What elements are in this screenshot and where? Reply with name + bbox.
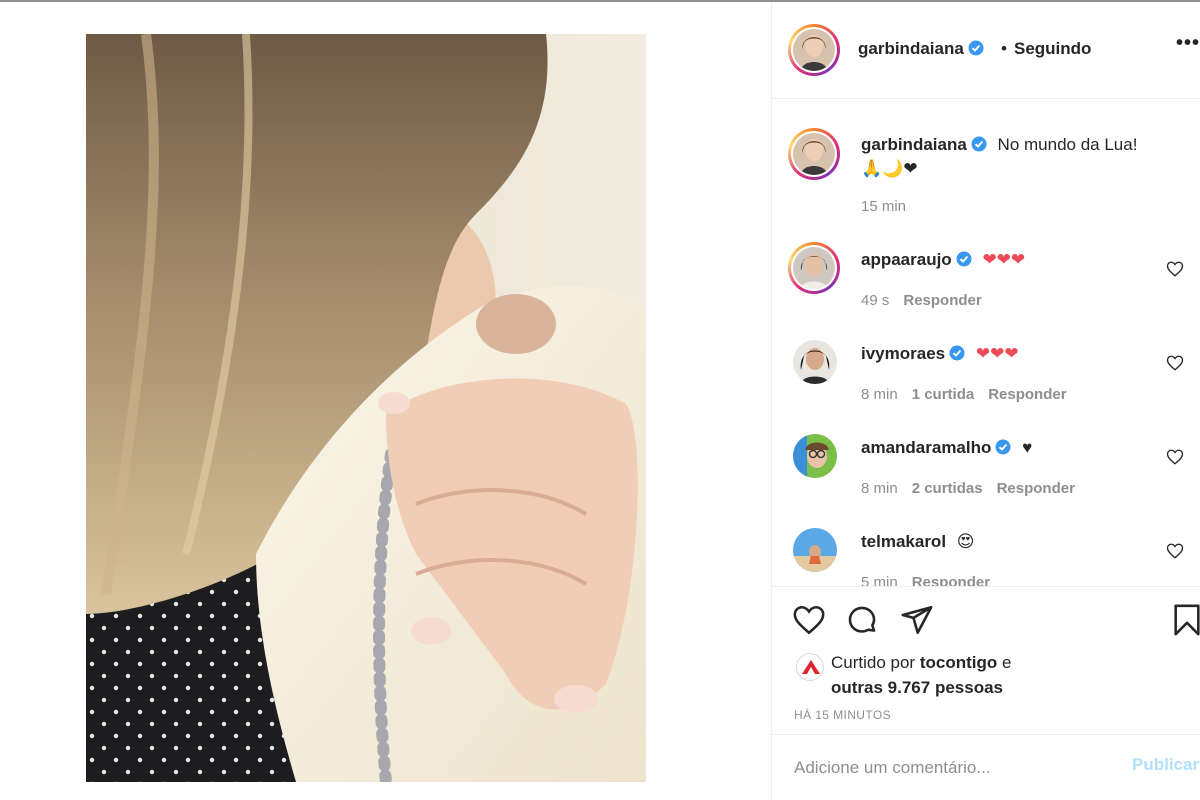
paper-plane-icon[interactable] bbox=[900, 603, 934, 637]
verified-badge-icon bbox=[956, 251, 972, 267]
comment-time: 8 min bbox=[861, 480, 898, 497]
caption-emojis: 🙏🌙❤ bbox=[861, 159, 918, 178]
photo-pane bbox=[0, 2, 771, 800]
comment-bubble-icon[interactable] bbox=[845, 603, 879, 637]
verified-badge-icon bbox=[949, 345, 965, 361]
reply-button[interactable]: Responder bbox=[912, 574, 990, 586]
comment-time: 5 min bbox=[861, 574, 898, 586]
comment-body: ❤❤❤ bbox=[975, 344, 1019, 363]
caption-username[interactable]: garbindaiana bbox=[861, 135, 967, 154]
comment-body: ♥ bbox=[1022, 438, 1033, 457]
post-timestamp[interactable]: HÁ 15 MINUTOS bbox=[794, 708, 891, 722]
comments-list[interactable]: garbindaiana No mundo da Lua! 🙏🌙❤ 15 min… bbox=[772, 100, 1200, 586]
instagram-post-page: garbindaiana • Seguindo ••• garbindaiana… bbox=[0, 0, 1200, 800]
comment-like-heart-icon[interactable] bbox=[1166, 542, 1184, 560]
post-photo-illustration bbox=[86, 34, 646, 782]
publish-button[interactable]: Publicar bbox=[1132, 755, 1199, 775]
comment-meta: 8 min 2 curtidas Responder bbox=[861, 480, 1089, 497]
comment-username[interactable]: telmakarol bbox=[861, 532, 946, 551]
comment-like-heart-icon[interactable] bbox=[1166, 260, 1184, 278]
comment-input[interactable] bbox=[794, 753, 1114, 783]
comment-likes-count[interactable]: 1 curtida bbox=[912, 386, 975, 403]
liked-by-conj: e bbox=[1002, 653, 1012, 672]
add-comment-bar: Publicar bbox=[772, 734, 1200, 800]
comment-avatar[interactable] bbox=[793, 434, 837, 478]
liked-by-prefix: Curtido por bbox=[831, 653, 916, 672]
comment-text: appaaraujo ❤❤❤ bbox=[861, 248, 1025, 272]
comment-body: ❤❤❤ bbox=[982, 250, 1026, 269]
comment-text: telmakarol 😍 bbox=[861, 530, 975, 554]
comment-like-heart-icon[interactable] bbox=[1166, 354, 1184, 372]
liked-by-text: Curtido por tocontigo e outras 9.767 pes… bbox=[831, 650, 1011, 700]
caption-text: garbindaiana No mundo da Lua! 🙏🌙❤ bbox=[861, 133, 1137, 181]
comment-meta: 5 min Responder bbox=[861, 574, 1004, 586]
caption-avatar[interactable] bbox=[788, 128, 840, 180]
verified-badge-icon bbox=[971, 136, 987, 152]
header-username[interactable]: garbindaiana bbox=[858, 39, 984, 59]
following-button[interactable]: Seguindo bbox=[1014, 39, 1091, 59]
header-avatar[interactable] bbox=[788, 24, 840, 76]
more-horizontal-icon[interactable]: ••• bbox=[1176, 32, 1200, 55]
comment-username[interactable]: amandaramalho bbox=[861, 438, 991, 457]
verified-badge-icon bbox=[968, 40, 984, 56]
header-separator: • bbox=[1001, 39, 1007, 58]
comment-text: amandaramalho ♥ bbox=[861, 436, 1032, 460]
likes-count-link[interactable]: outras 9.767 pessoas bbox=[831, 678, 1003, 697]
post-header: garbindaiana • Seguindo ••• bbox=[772, 2, 1200, 99]
caption-time: 15 min bbox=[861, 198, 907, 215]
comment-time: 49 s bbox=[861, 292, 890, 309]
reply-button[interactable]: Responder bbox=[903, 292, 981, 309]
reply-button[interactable]: Responder bbox=[988, 386, 1066, 403]
comment-body: 😍 bbox=[956, 532, 975, 551]
comment-username[interactable]: appaaraujo bbox=[861, 250, 952, 269]
verified-badge-icon bbox=[995, 439, 1011, 455]
comment-meta: 8 min 1 curtida Responder bbox=[861, 386, 1081, 403]
comment-avatar[interactable] bbox=[793, 340, 837, 384]
caption-body: No mundo da Lua! bbox=[997, 135, 1138, 154]
post-photo[interactable] bbox=[86, 34, 646, 782]
comment-time: 8 min bbox=[861, 386, 898, 403]
comment-avatar[interactable] bbox=[788, 242, 840, 294]
heart-outline-icon[interactable] bbox=[792, 603, 826, 637]
post-actions: Curtido por tocontigo e outras 9.767 pes… bbox=[772, 586, 1200, 734]
comment-username[interactable]: ivymoraes bbox=[861, 344, 945, 363]
comment-avatar[interactable] bbox=[793, 528, 837, 572]
bookmark-icon[interactable] bbox=[1170, 603, 1200, 637]
reply-button[interactable]: Responder bbox=[997, 480, 1075, 497]
liked-by-user[interactable]: tocontigo bbox=[920, 653, 997, 672]
comment-likes-count[interactable]: 2 curtidas bbox=[912, 480, 983, 497]
liker-avatar[interactable] bbox=[796, 653, 824, 681]
comment-like-heart-icon[interactable] bbox=[1166, 448, 1184, 466]
comment-text: ivymoraes ❤❤❤ bbox=[861, 342, 1019, 366]
post-side-panel: garbindaiana • Seguindo ••• garbindaiana… bbox=[771, 2, 1200, 800]
comment-meta: 49 s Responder bbox=[861, 292, 996, 309]
